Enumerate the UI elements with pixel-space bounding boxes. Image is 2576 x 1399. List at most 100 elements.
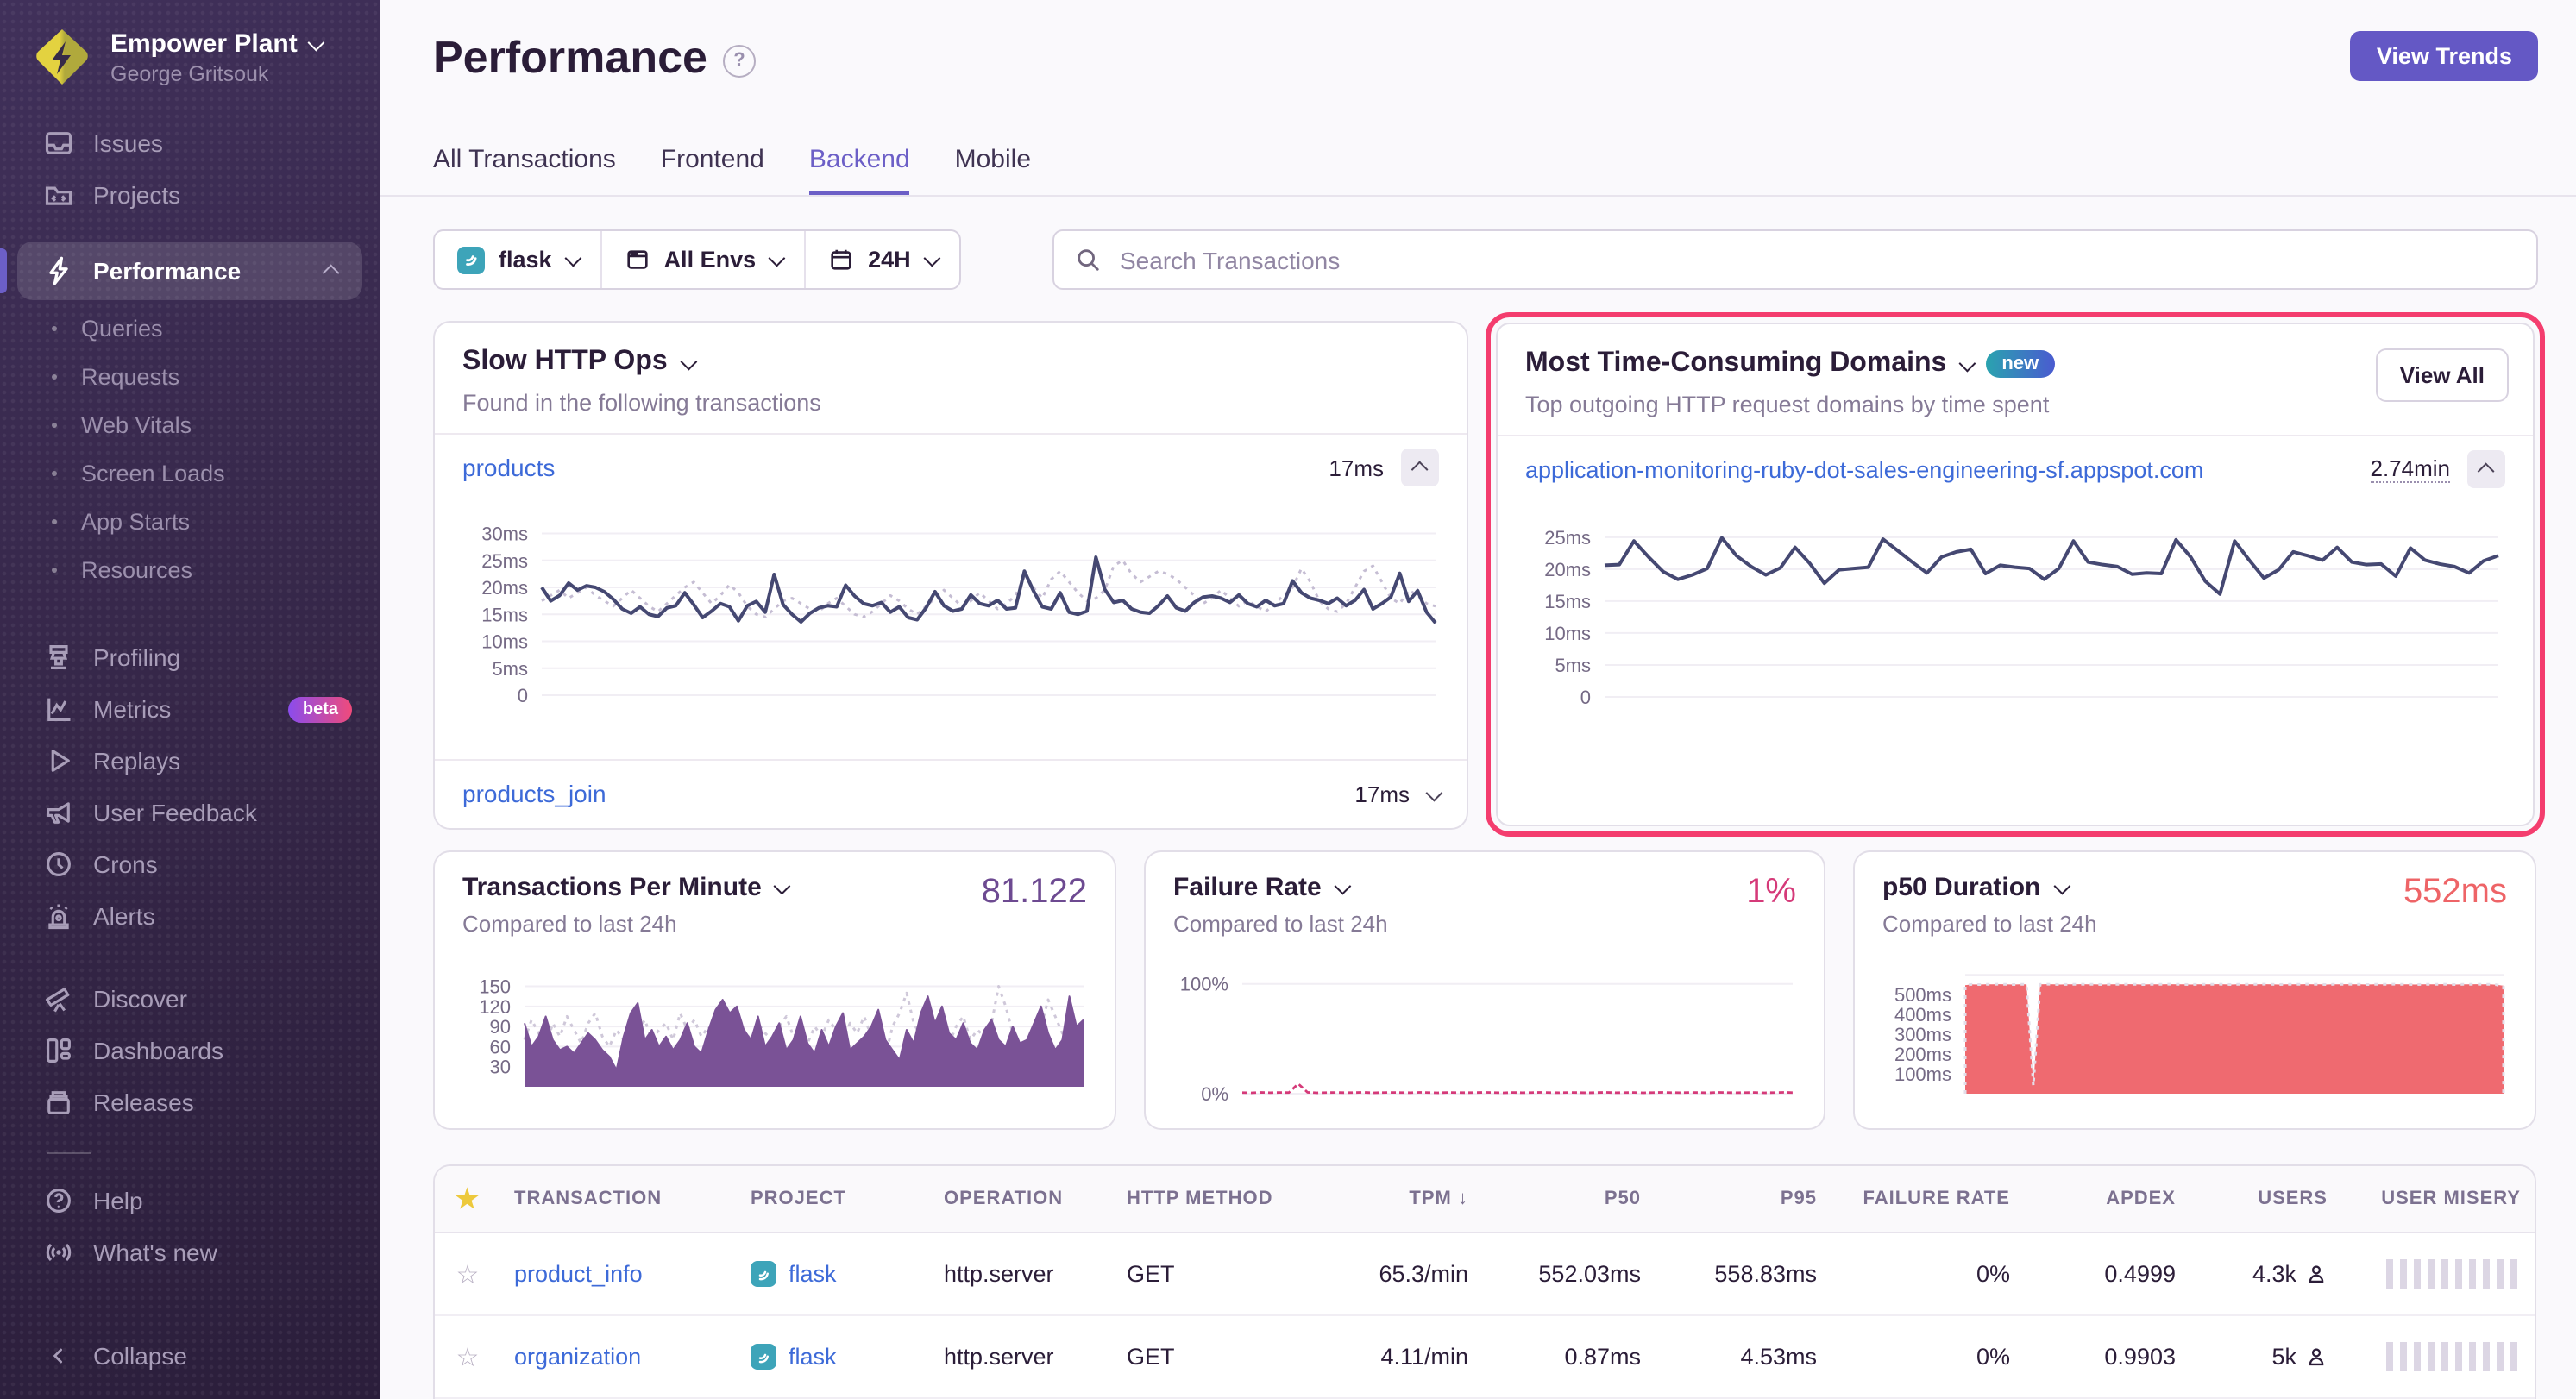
project-link[interactable]: flask	[789, 1344, 837, 1370]
p50-duration-subtitle: Compared to last 24h	[1882, 911, 2507, 937]
domains-title[interactable]: Most Time-Consuming Domains new	[1525, 348, 2505, 380]
sidebar-divider	[47, 1152, 91, 1154]
transaction-link-products-join[interactable]: products_join	[462, 780, 606, 807]
duration-value: 17ms	[1354, 781, 1410, 806]
search-icon	[1075, 247, 1101, 273]
users-count: 5k	[2271, 1344, 2296, 1370]
help-tooltip-icon[interactable]: ?	[723, 44, 756, 77]
chevron-down-icon	[680, 353, 697, 370]
filter-bar: flask All Envs 24H	[433, 229, 961, 290]
sidebar-item-user-feedback[interactable]: User Feedback	[0, 787, 380, 838]
col-transaction[interactable]: TRANSACTION	[500, 1189, 737, 1209]
user-misery-bars	[2386, 1342, 2521, 1371]
transaction-link[interactable]: organization	[514, 1344, 641, 1370]
sidebar-item-dashboards[interactable]: Dashboards	[0, 1025, 380, 1076]
failure-rate-cell: 0%	[1831, 1261, 2024, 1287]
sidebar-item-label: Releases	[93, 1088, 194, 1116]
collapse-row-button[interactable]	[1401, 449, 1439, 486]
flask-project-icon	[751, 1344, 776, 1370]
col-operation[interactable]: OPERATION	[930, 1189, 1113, 1209]
app-root: Empower Plant George Gritsouk Issues Pro…	[0, 0, 2576, 1399]
sidebar-item-projects[interactable]: Projects	[0, 169, 380, 221]
org-switcher[interactable]: Empower Plant George Gritsouk	[0, 0, 380, 104]
sidebar-collapse-button[interactable]: Collapse	[0, 1330, 380, 1382]
sidebar-item-screen-loads[interactable]: Screen Loads	[0, 449, 380, 497]
col-user-misery[interactable]: USER MISERY	[2341, 1189, 2535, 1209]
calendar-icon	[828, 247, 854, 273]
users-count: 4.3k	[2252, 1261, 2296, 1287]
tab-frontend[interactable]: Frontend	[661, 145, 764, 197]
col-p95[interactable]: P95	[1655, 1189, 1831, 1209]
sidebar-item-profiling[interactable]: Profiling	[0, 631, 380, 683]
col-project[interactable]: PROJECT	[737, 1189, 930, 1209]
p50-duration-value: 552ms	[2403, 873, 2507, 913]
sidebar-item-requests[interactable]: Requests	[0, 352, 380, 400]
view-trends-button[interactable]: View Trends	[2351, 31, 2538, 81]
star-toggle-icon[interactable]: ☆	[456, 1341, 480, 1372]
col-failure-rate[interactable]: FAILURE RATE	[1831, 1189, 2024, 1209]
sidebar-item-app-starts[interactable]: App Starts	[0, 497, 380, 545]
col-http-method[interactable]: HTTP METHOD	[1113, 1189, 1306, 1209]
sidebar-item-label: Help	[93, 1187, 143, 1214]
sidebar-item-discover[interactable]: Discover	[0, 973, 380, 1025]
failure-rate-title[interactable]: Failure Rate	[1173, 873, 1796, 902]
star-header-icon[interactable]: ★	[456, 1183, 480, 1214]
sidebar-item-help[interactable]: Help	[0, 1175, 380, 1226]
environment-filter-dropdown[interactable]: All Envs	[600, 231, 805, 288]
sidebar-item-crons[interactable]: Crons	[0, 838, 380, 890]
sidebar-item-whats-new[interactable]: What's new	[0, 1226, 380, 1278]
search-input[interactable]	[1116, 244, 2516, 275]
svg-text:5ms: 5ms	[1555, 655, 1591, 676]
sidebar-item-metrics[interactable]: Metrics beta	[0, 683, 380, 735]
collapse-row-button[interactable]	[2467, 450, 2505, 488]
col-apdex[interactable]: APDEX	[2024, 1189, 2190, 1209]
slow-http-ops-title[interactable]: Slow HTTP Ops	[462, 347, 1439, 378]
project-filter-dropdown[interactable]: flask	[435, 231, 600, 288]
failure-rate-value: 1%	[1746, 873, 1796, 913]
p95-cell: 4.53ms	[1655, 1344, 1831, 1370]
tab-all-transactions[interactable]: All Transactions	[433, 145, 616, 197]
sidebar-item-releases[interactable]: Releases	[0, 1076, 380, 1128]
p50-duration-chart: 500ms400ms300ms200ms100ms	[1882, 966, 2510, 1107]
svg-text:20ms: 20ms	[481, 577, 528, 599]
sidebar-item-queries[interactable]: Queries	[0, 304, 380, 352]
star-toggle-icon[interactable]: ☆	[456, 1258, 480, 1289]
user-name: George Gritsouk	[110, 61, 322, 85]
sidebar-item-replays[interactable]: Replays	[0, 735, 380, 787]
org-name: Empower Plant	[110, 28, 298, 58]
issues-icon	[41, 127, 74, 160]
col-p50[interactable]: P50	[1482, 1189, 1655, 1209]
tab-mobile[interactable]: Mobile	[955, 145, 1031, 197]
sidebar-item-label: Alerts	[93, 902, 155, 930]
svg-text:0: 0	[1580, 687, 1591, 708]
svg-text:100%: 100%	[1180, 974, 1228, 995]
chevron-down-icon[interactable]	[1426, 784, 1443, 801]
failure-rate-subtitle: Compared to last 24h	[1173, 911, 1796, 937]
transaction-link-products[interactable]: products	[462, 454, 555, 481]
view-all-button[interactable]: View All	[2376, 348, 2509, 402]
p50-cell: 0.87ms	[1482, 1344, 1655, 1370]
operation-cell: http.server	[930, 1344, 1113, 1370]
failure-rate-panel: Failure Rate Compared to last 24h 1% 100…	[1144, 850, 1825, 1130]
col-tpm-sorted[interactable]: TPM ↓	[1306, 1189, 1482, 1209]
user-misery-bars	[2386, 1259, 2521, 1289]
col-users[interactable]: USERS	[2190, 1189, 2341, 1209]
replays-icon	[41, 744, 74, 777]
duration-value: 17ms	[1329, 455, 1384, 480]
siren-icon	[41, 900, 74, 932]
sidebar-item-web-vitals[interactable]: Web Vitals	[0, 400, 380, 449]
sidebar-item-alerts[interactable]: Alerts	[0, 890, 380, 942]
sidebar-item-issues[interactable]: Issues	[0, 117, 380, 169]
project-link[interactable]: flask	[789, 1261, 837, 1287]
transaction-link[interactable]: product_info	[514, 1261, 643, 1287]
svg-text:90: 90	[490, 1016, 511, 1038]
svg-text:25ms: 25ms	[481, 550, 528, 572]
sidebar-item-performance[interactable]: Performance	[17, 242, 362, 300]
domain-link[interactable]: application-monitoring-ruby-dot-sales-en…	[1525, 456, 2203, 482]
date-range-dropdown[interactable]: 24H	[804, 231, 959, 288]
tab-backend[interactable]: Backend	[809, 145, 910, 197]
sidebar-item-resources[interactable]: Resources	[0, 545, 380, 593]
slow-http-ops-panel: Slow HTTP Ops Found in the following tra…	[433, 321, 1468, 830]
metrics-icon	[41, 693, 74, 725]
sidebar-item-label: Dashboards	[93, 1037, 223, 1064]
